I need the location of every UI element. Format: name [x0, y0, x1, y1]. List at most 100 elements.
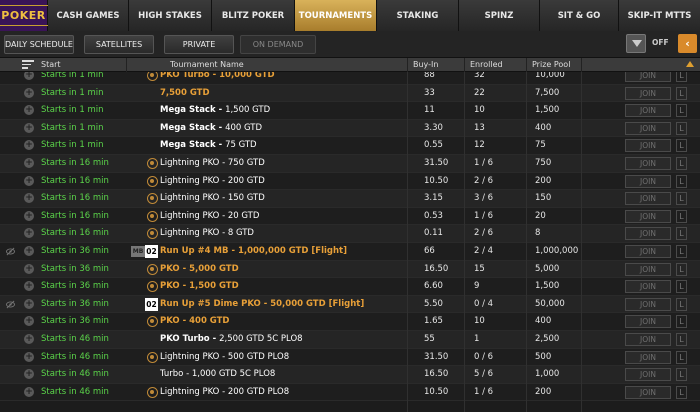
table-row[interactable]: + Starts in 36 min PKO - 5,000 GTD 16.50 15 5… [0, 260, 700, 279]
join-button[interactable]: JOIN [625, 174, 671, 188]
table-row[interactable]: + Starts in 16 min Lightning PKO - 8 GTD 0.… [0, 225, 700, 243]
hidden-eye-icon[interactable] [6, 300, 15, 309]
late-reg-button[interactable]: L [676, 280, 687, 294]
tournament-name[interactable]: PKO - 1,500 GTD [160, 281, 239, 291]
join-button[interactable]: JOIN [625, 245, 671, 258]
join-button[interactable]: JOIN [625, 227, 671, 241]
join-button[interactable]: JOIN [625, 72, 671, 82]
late-reg-button[interactable]: L [676, 72, 687, 82]
join-button[interactable]: JOIN [625, 121, 671, 135]
join-button[interactable]: JOIN [625, 368, 671, 382]
tournament-name[interactable]: Lightning PKO - 200 GTD PLO8 [160, 387, 289, 397]
expand-row-icon[interactable]: + [24, 369, 34, 380]
expand-row-icon[interactable]: + [24, 72, 34, 80]
expand-row-icon[interactable]: + [24, 263, 34, 274]
table-row[interactable]: + Starts in 1 min Mega Stack - 75 GTD 0.55 1… [0, 137, 700, 155]
expand-row-icon[interactable]: + [24, 386, 34, 397]
header-enrolled[interactable]: Enrolled [470, 60, 503, 69]
join-button[interactable]: JOIN [625, 333, 671, 346]
expand-row-icon[interactable]: + [24, 105, 34, 116]
table-row[interactable]: + Starts in 1 min PKO Turbo - 10,000 GTD 88… [0, 72, 700, 85]
join-button[interactable]: JOIN [625, 262, 671, 276]
join-button[interactable]: JOIN [625, 139, 671, 153]
table-row[interactable]: + Starts in 1 min 7,500 GTD 33 22 7,500 JOIN L [0, 84, 700, 103]
late-reg-button[interactable]: L [676, 350, 687, 364]
tournament-name[interactable]: PKO - 5,000 GTD [160, 264, 239, 274]
late-reg-button[interactable]: L [676, 227, 687, 241]
tab-tournaments[interactable]: TOURNAMENTS [295, 0, 377, 31]
tab-skip-it-mtts[interactable]: SKIP-IT MTTS [619, 0, 700, 31]
tournament-name[interactable]: PKO - 400 GTD [160, 316, 230, 326]
expand-row-icon[interactable]: + [24, 87, 34, 98]
late-reg-button[interactable]: L [676, 262, 687, 276]
join-button[interactable]: JOIN [625, 350, 671, 364]
table-row[interactable]: + Starts in 16 min Lightning PKO - 750 GTD… [0, 155, 700, 173]
table-row[interactable]: + Starts in 1 min Mega Stack - 400 GTD 3.30… [0, 119, 700, 138]
table-row[interactable]: + Starts in 36 min MB 02 Run Up #4 MB - 1,00… [0, 243, 700, 261]
tournament-name[interactable]: Mega Stack - 1,500 GTD [160, 105, 270, 115]
late-reg-button[interactable]: L [676, 121, 687, 135]
late-reg-button[interactable]: L [676, 368, 687, 382]
table-row[interactable]: + Starts in 1 min Mega Stack - 1,500 GTD 11… [0, 102, 700, 120]
tournament-name[interactable]: PKO Turbo - 10,000 GTD [160, 72, 275, 80]
late-reg-button[interactable]: L [676, 104, 687, 118]
header-buy-in[interactable]: Buy-In [413, 60, 438, 69]
table-row[interactable]: + Starts in 46 min Lightning PKO - 500 GTD… [0, 348, 700, 367]
tournament-name[interactable]: Lightning PKO - 20 GTD [160, 211, 259, 221]
hidden-eye-icon[interactable] [6, 247, 15, 256]
header-tournament-name[interactable]: Tournament Name [170, 60, 244, 69]
expand-row-icon[interactable]: + [24, 122, 34, 133]
tournament-name[interactable]: Lightning PKO - 8 GTD [160, 228, 254, 238]
sort-icon[interactable] [22, 60, 34, 69]
join-button[interactable]: JOIN [625, 104, 671, 118]
late-reg-button[interactable]: L [676, 86, 687, 100]
join-button[interactable]: JOIN [625, 280, 671, 294]
table-row[interactable]: + Starts in 36 min PKO - 400 GTD 1.65 10 400 J… [0, 313, 700, 331]
filter-icon[interactable] [626, 34, 646, 53]
scroll-up-icon[interactable] [686, 61, 694, 67]
header-prize-pool[interactable]: Prize Pool [532, 60, 570, 69]
late-reg-button[interactable]: L [676, 315, 687, 329]
tournament-name[interactable]: Lightning PKO - 750 GTD [160, 158, 265, 168]
tournament-name[interactable]: Mega Stack - 400 GTD [160, 123, 262, 133]
late-reg-button[interactable]: L [676, 297, 687, 311]
satellites-button[interactable]: SATELLITES [84, 35, 154, 54]
late-reg-button[interactable]: L [676, 174, 687, 188]
join-button[interactable]: JOIN [625, 297, 671, 311]
tournament-name[interactable]: Lightning PKO - 200 GTD [160, 176, 265, 186]
expand-row-icon[interactable]: + [24, 298, 34, 309]
tournament-name[interactable]: PKO Turbo - 2,500 GTD 5C PLO8 [160, 334, 303, 344]
table-row[interactable]: + Starts in 16 min Lightning PKO - 200 GTD… [0, 172, 700, 191]
expand-row-icon[interactable]: + [24, 193, 34, 204]
expand-row-icon[interactable]: + [24, 158, 34, 168]
join-button[interactable]: JOIN [625, 209, 671, 223]
daily-schedule-button[interactable]: DAILY SCHEDULE [4, 35, 74, 54]
late-reg-button[interactable]: L [676, 192, 687, 206]
table-row[interactable]: + Starts in 16 min Lightning PKO - 150 GTD… [0, 190, 700, 208]
tournament-name[interactable]: Run Up #4 MB - 1,000,000 GTD [Flight] [160, 246, 347, 256]
expand-row-icon[interactable]: + [24, 334, 34, 344]
late-reg-button[interactable]: L [676, 209, 687, 223]
table-row[interactable]: + Starts in 36 min 02 Run Up #5 Dime PKO - … [0, 295, 700, 314]
expand-row-icon[interactable]: + [24, 175, 34, 186]
private-button[interactable]: PRIVATE [164, 35, 234, 54]
tournament-name[interactable]: Turbo - 1,000 GTD 5C PLO8 [160, 369, 275, 379]
late-reg-button[interactable]: L [676, 333, 687, 346]
late-reg-button[interactable]: L [676, 385, 687, 399]
on-demand-button[interactable]: ON DEMAND [240, 35, 316, 54]
expand-row-icon[interactable]: + [24, 228, 34, 239]
tab-spinz[interactable]: SPINZ [459, 0, 540, 31]
header-start[interactable]: Start [41, 60, 61, 69]
join-button[interactable]: JOIN [625, 192, 671, 206]
tab-cash-games[interactable]: CASH GAMES [48, 0, 129, 31]
join-button[interactable]: JOIN [625, 385, 671, 399]
expand-row-icon[interactable]: + [24, 351, 34, 362]
join-button[interactable]: JOIN [625, 315, 671, 329]
late-reg-button[interactable]: L [676, 157, 687, 170]
expand-row-icon[interactable]: + [24, 140, 34, 151]
table-row[interactable]: + Starts in 46 min PKO Turbo - 2,500 GTD 5… [0, 331, 700, 349]
expand-row-icon[interactable]: + [24, 316, 34, 327]
tournament-name[interactable]: 7,500 GTD [160, 88, 210, 98]
tab-sit-and-go[interactable]: SIT & GO [540, 0, 619, 31]
collapse-panel-button[interactable]: ‹ [678, 34, 697, 53]
